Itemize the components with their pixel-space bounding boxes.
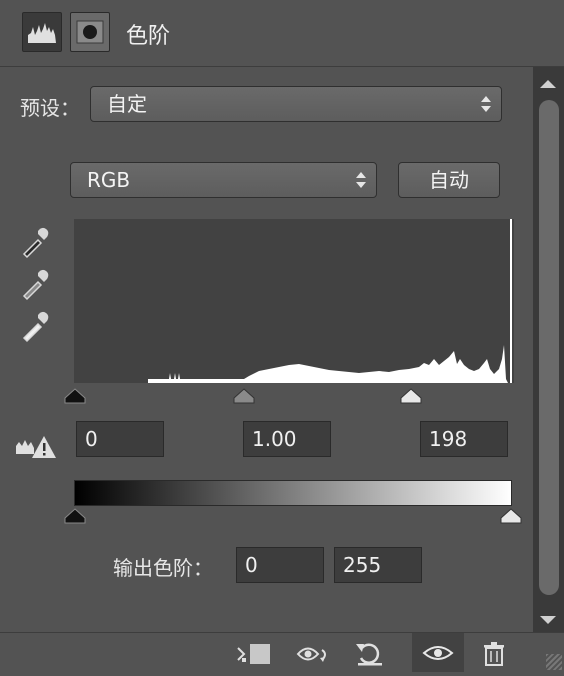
- eyedropper-black-icon[interactable]: [18, 224, 54, 260]
- panel-title: 色阶: [126, 24, 171, 49]
- trash-icon[interactable]: [480, 640, 508, 668]
- clip-to-layer-icon[interactable]: [234, 640, 274, 668]
- auto-button[interactable]: 自动: [398, 162, 500, 198]
- preset-label: 预设：: [20, 96, 80, 120]
- reset-icon[interactable]: [352, 638, 388, 668]
- eyedropper-white-icon[interactable]: [18, 308, 54, 344]
- histogram-graph: [148, 219, 512, 383]
- output-black-handle[interactable]: [63, 508, 87, 524]
- updown-arrows-icon: [481, 96, 491, 112]
- input-black-handle[interactable]: [63, 388, 87, 404]
- input-white-field[interactable]: 198: [420, 421, 508, 457]
- mask-tab[interactable]: [70, 12, 110, 52]
- clipping-warning-icon[interactable]: [14, 432, 58, 460]
- histogram-tab[interactable]: [22, 12, 62, 52]
- input-gamma-field[interactable]: 1.00: [243, 421, 331, 457]
- scrollbar-thumb[interactable]: [539, 100, 559, 595]
- input-black-field[interactable]: 0: [76, 421, 164, 457]
- preset-select[interactable]: 自定: [90, 86, 502, 122]
- output-black-field[interactable]: 0: [236, 547, 324, 583]
- output-white-handle[interactable]: [499, 508, 523, 524]
- channel-value: RGB: [87, 168, 131, 192]
- preset-value: 自定: [107, 92, 147, 116]
- input-white-handle[interactable]: [399, 388, 423, 404]
- scroll-up-arrow-icon[interactable]: [540, 80, 556, 88]
- levels-histogram: [74, 219, 514, 383]
- scroll-down-arrow-icon[interactable]: [540, 616, 556, 624]
- updown-arrows-icon: [356, 172, 366, 188]
- output-white-field[interactable]: 255: [334, 547, 422, 583]
- channel-select[interactable]: RGB: [70, 162, 377, 198]
- visibility-toggle[interactable]: [412, 633, 464, 672]
- view-previous-icon[interactable]: [294, 640, 334, 668]
- resize-grip-icon[interactable]: [546, 654, 562, 670]
- mask-icon: [76, 20, 104, 44]
- input-gamma-handle[interactable]: [232, 388, 256, 404]
- eye-icon: [422, 646, 454, 660]
- histogram-icon: [28, 23, 56, 43]
- output-gradient-bar: [74, 480, 512, 506]
- eyedropper-gray-icon[interactable]: [18, 266, 54, 302]
- output-levels-label: 输出色阶：: [113, 556, 213, 580]
